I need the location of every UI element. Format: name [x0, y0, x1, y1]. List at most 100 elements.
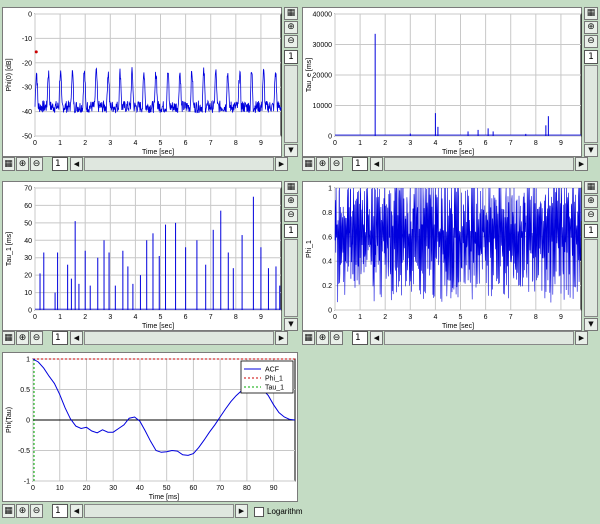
zoom-in-icon[interactable]: ⊕ [284, 21, 298, 34]
horizontal-zoom-value[interactable]: 1 [352, 157, 368, 171]
zoom-out-icon[interactable]: ⊖ [30, 331, 43, 345]
horizontal-scroll-track[interactable] [84, 504, 234, 518]
x-tick-label: 0 [33, 314, 37, 321]
scroll-right-button[interactable]: ▶ [275, 331, 288, 345]
x-tick-label: 5 [459, 314, 463, 321]
x-axis-label: Time [sec] [442, 323, 474, 330]
x-tick-label: 2 [83, 140, 87, 147]
x-tick-label: 1 [358, 140, 362, 147]
scroll-down-button[interactable]: ▼ [584, 318, 598, 331]
zoom-in-icon[interactable]: ⊕ [316, 157, 329, 171]
x-tick-label: 6 [484, 140, 488, 147]
grid-icon[interactable]: ▦ [284, 181, 298, 194]
scroll-right-button[interactable]: ▶ [575, 157, 588, 171]
grid-icon[interactable]: ▦ [584, 181, 598, 194]
zoom-in-icon[interactable]: ⊕ [16, 504, 29, 518]
zoom-out-icon[interactable]: ⊖ [30, 504, 43, 518]
x-tick-label: 7 [209, 140, 213, 147]
scroll-down-button[interactable]: ▼ [284, 144, 298, 157]
vertical-zoom-value[interactable]: 1 [284, 224, 298, 238]
grid-icon[interactable]: ▦ [2, 331, 15, 345]
zoom-out-icon[interactable]: ⊖ [284, 35, 298, 48]
y-tick-label: 50 [24, 220, 32, 227]
scroll-right-button[interactable]: ▶ [235, 504, 248, 518]
x-tick-label: 7 [509, 140, 513, 147]
x-tick-label: 1 [358, 314, 362, 321]
horizontal-zoom-value[interactable]: 1 [52, 157, 68, 171]
scroll-down-button[interactable]: ▼ [584, 144, 598, 157]
y-tick-label: 0 [328, 134, 332, 141]
y-tick-label: 20 [24, 273, 32, 280]
vertical-scroll-track[interactable] [584, 65, 598, 143]
x-tick-label: 30 [109, 485, 117, 492]
scroll-down-button[interactable]: ▼ [284, 318, 298, 331]
horizontal-zoom-value[interactable]: 1 [352, 331, 368, 345]
scroll-right-button[interactable]: ▶ [275, 157, 288, 171]
y-tick-label: 10 [24, 290, 32, 297]
zoom-out-icon[interactable]: ⊖ [284, 209, 298, 222]
x-tick-label: 90 [270, 485, 278, 492]
logarithm-label: Logarithm [267, 507, 303, 516]
scroll-left-button[interactable]: ◀ [70, 157, 83, 171]
scroll-right-button[interactable]: ▶ [575, 331, 588, 345]
zoom-in-icon[interactable]: ⊕ [284, 195, 298, 208]
x-tick-label: 4 [133, 314, 137, 321]
horizontal-scroll-track[interactable] [84, 331, 274, 345]
zoom-in-icon[interactable]: ⊕ [316, 331, 329, 345]
y-axis-label: Phi(Tau) [6, 407, 13, 433]
vertical-zoom-value[interactable]: 1 [584, 50, 598, 64]
zoom-out-icon[interactable]: ⊖ [30, 157, 43, 171]
x-tick-label: 8 [234, 314, 238, 321]
x-tick-label: 3 [408, 314, 412, 321]
y-tick-label: -0.5 [18, 448, 30, 455]
x-axis-label: Time [sec] [142, 149, 174, 156]
y-tick-label: 0 [26, 418, 30, 425]
zoom-in-icon[interactable]: ⊕ [16, 157, 29, 171]
horizontal-scroll-track[interactable] [384, 157, 574, 171]
vertical-zoom-value[interactable]: 1 [284, 50, 298, 64]
tau-e-horizontal-toolbar: ▦ ⊕ ⊖ 1 ◀ ▶ [302, 157, 598, 171]
x-tick-label: 50 [163, 485, 171, 492]
horizontal-scroll-track[interactable] [384, 331, 574, 345]
horizontal-scroll-track[interactable] [84, 157, 274, 171]
vertical-scroll-track[interactable] [284, 239, 298, 317]
scroll-left-button[interactable]: ◀ [370, 331, 383, 345]
zoom-out-icon[interactable]: ⊖ [584, 35, 598, 48]
phi0-marker [34, 50, 38, 54]
grid-icon[interactable]: ▦ [2, 504, 15, 518]
grid-icon[interactable]: ▦ [284, 7, 298, 20]
y-tick-label: 0 [28, 308, 32, 315]
x-tick-label: 6 [184, 140, 188, 147]
acf-plot: 0 10 20 30 40 50 60 70 80 90 -1 -0.5 0 0.5 1 Time [ms] P… [6, 357, 296, 501]
plot-area [34, 187, 282, 311]
scroll-left-button[interactable]: ◀ [70, 504, 83, 518]
logarithm-checkbox[interactable] [254, 507, 264, 517]
vertical-scroll-track[interactable] [284, 65, 298, 143]
vertical-scroll-track[interactable] [584, 239, 598, 317]
legend-label: Phi_1 [265, 376, 283, 383]
horizontal-zoom-value[interactable]: 1 [52, 331, 68, 345]
grid-icon[interactable]: ▦ [584, 7, 598, 20]
vertical-zoom-value[interactable]: 1 [584, 224, 598, 238]
grid-icon[interactable]: ▦ [302, 157, 315, 171]
x-tick-label: 1 [58, 140, 62, 147]
x-tick-label: 7 [209, 314, 213, 321]
x-tick-label: 5 [459, 140, 463, 147]
zoom-in-icon[interactable]: ⊕ [16, 331, 29, 345]
zoom-in-icon[interactable]: ⊕ [584, 195, 598, 208]
horizontal-zoom-value[interactable]: 1 [52, 504, 68, 518]
y-tick-label: -30 [22, 85, 32, 92]
grid-icon[interactable]: ▦ [2, 157, 15, 171]
grid-icon[interactable]: ▦ [302, 331, 315, 345]
x-axis-label: Time [ms] [149, 494, 180, 501]
zoom-out-icon[interactable]: ⊖ [330, 331, 343, 345]
x-tick-label: 1 [58, 314, 62, 321]
zoom-in-icon[interactable]: ⊕ [584, 21, 598, 34]
scroll-left-button[interactable]: ◀ [370, 157, 383, 171]
zoom-out-icon[interactable]: ⊖ [330, 157, 343, 171]
x-tick-label: 9 [559, 314, 563, 321]
y-axis-label: Tau_e [ms] [306, 58, 313, 92]
zoom-out-icon[interactable]: ⊖ [584, 209, 598, 222]
scroll-left-button[interactable]: ◀ [70, 331, 83, 345]
y-tick-label: 30000 [313, 42, 333, 49]
